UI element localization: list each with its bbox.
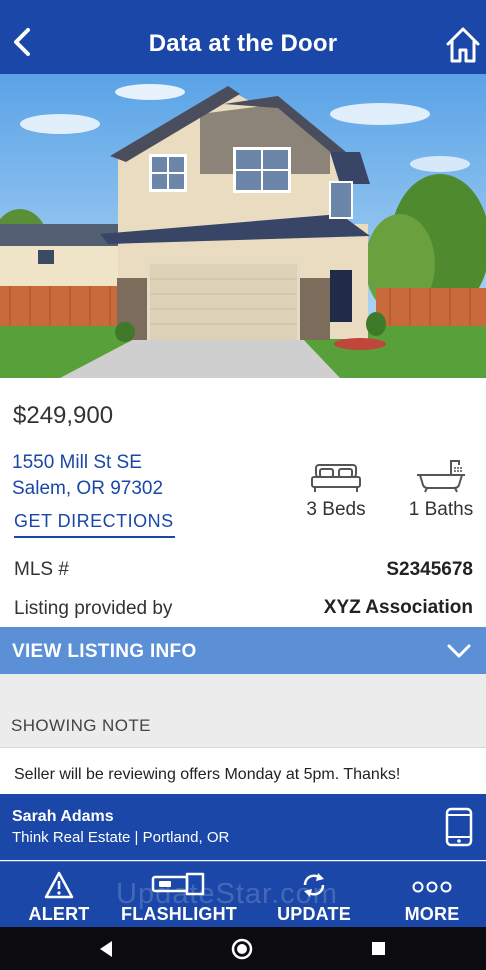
- mls-value: S2345678: [386, 559, 473, 580]
- flashlight-label: FLASHLIGHT: [121, 904, 237, 924]
- page-title: Data at the Door: [148, 30, 338, 57]
- alert-button[interactable]: ALERT: [20, 862, 98, 928]
- bed-icon: [311, 464, 361, 492]
- update-icon: [303, 873, 325, 897]
- nav-back-icon[interactable]: [94, 927, 118, 970]
- bottom-toolbar: ALERT FLASHLIGHT UPDATE MORE: [0, 861, 486, 927]
- provider-label: Listing provided by: [14, 598, 173, 619]
- app-screen: Data at the Door $249,900 1550 Mill St S…: [0, 0, 486, 970]
- bathtub-icon: [417, 460, 465, 493]
- flashlight-icon: [151, 872, 205, 896]
- phone-icon[interactable]: [445, 807, 473, 847]
- alert-icon: [44, 871, 74, 899]
- showing-note-text: Seller will be reviewing offers Monday a…: [14, 766, 401, 783]
- more-label: MORE: [404, 904, 460, 924]
- provider-value: XYZ Association: [323, 597, 473, 618]
- update-button[interactable]: UPDATE: [268, 862, 360, 928]
- more-icon: [412, 881, 452, 893]
- showing-note-header: [0, 674, 486, 748]
- listing-address[interactable]: 1550 Mill St SE Salem, OR 97302: [12, 450, 163, 502]
- chevron-down-icon: [447, 644, 471, 658]
- app-header: Data at the Door: [0, 0, 486, 74]
- flashlight-button[interactable]: FLASHLIGHT: [118, 862, 240, 928]
- nav-recents-icon[interactable]: [366, 927, 390, 970]
- nav-home-icon[interactable]: [230, 927, 254, 970]
- baths-label: 1 Baths: [408, 499, 474, 520]
- address-line2[interactable]: Salem, OR 97302: [12, 476, 163, 502]
- mls-label: MLS #: [14, 559, 69, 580]
- agent-company: Think Real Estate | Portland, OR: [12, 829, 230, 846]
- more-button[interactable]: MORE: [392, 862, 472, 928]
- get-directions-link[interactable]: GET DIRECTIONS: [14, 511, 175, 538]
- showing-note-title: SHOWING NOTE: [11, 716, 151, 735]
- update-label: UPDATE: [277, 904, 351, 924]
- view-listing-info-button[interactable]: VIEW LISTING INFO: [0, 627, 486, 674]
- system-nav-bar: [0, 927, 486, 970]
- view-listing-label: VIEW LISTING INFO: [12, 641, 197, 662]
- property-photo: [0, 74, 486, 378]
- baths-feature: 1 Baths: [405, 457, 477, 521]
- home-icon[interactable]: [444, 24, 482, 66]
- agent-name: Sarah Adams: [12, 808, 114, 825]
- alert-label: ALERT: [28, 904, 90, 924]
- beds-feature: 3 Beds: [298, 463, 374, 521]
- address-line1[interactable]: 1550 Mill St SE: [12, 450, 163, 476]
- beds-label: 3 Beds: [306, 499, 366, 520]
- agent-bar: Sarah Adams Think Real Estate | Portland…: [0, 794, 486, 860]
- listing-price: $249,900: [13, 402, 114, 429]
